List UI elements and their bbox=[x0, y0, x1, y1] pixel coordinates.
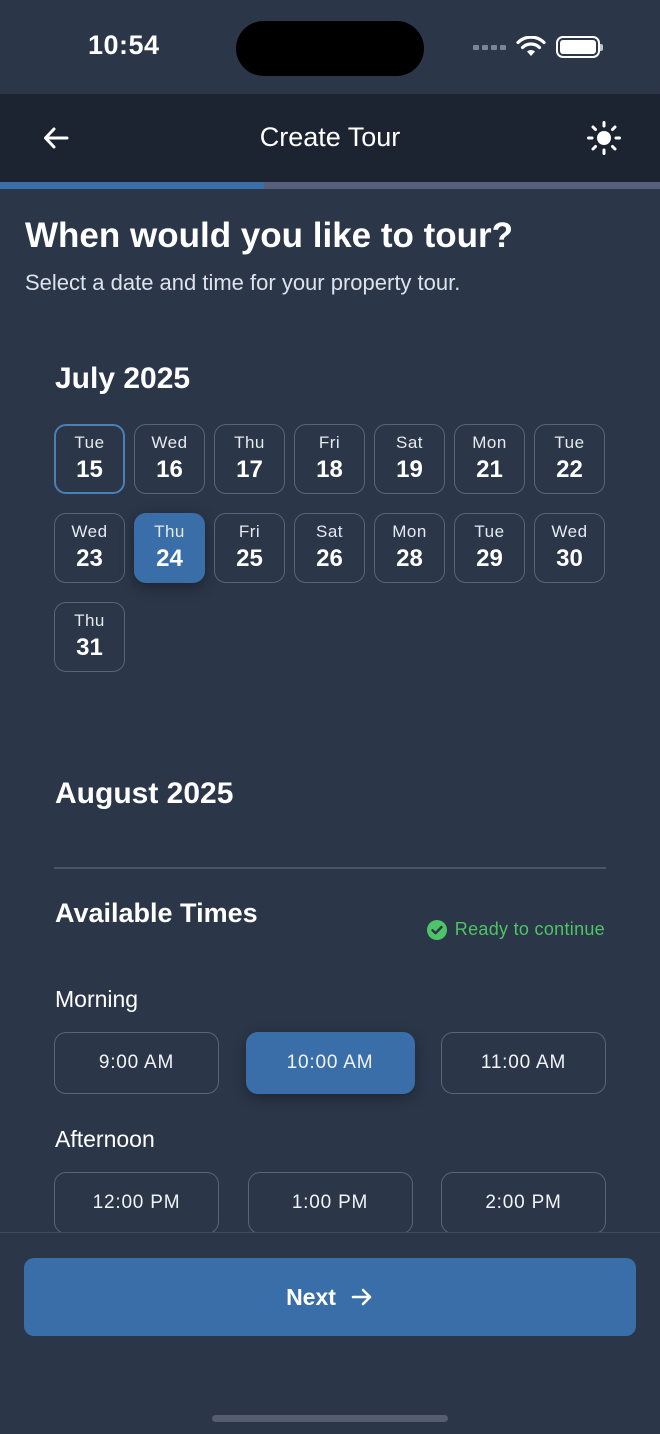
date-number: 23 bbox=[76, 545, 103, 572]
time-slot-button[interactable]: 2:00 PM bbox=[441, 1172, 606, 1234]
date-weekday: Thu bbox=[234, 433, 265, 452]
month-title-july: July 2025 bbox=[55, 362, 191, 395]
date-number: 26 bbox=[316, 545, 343, 572]
date-number: 25 bbox=[236, 545, 263, 572]
date-weekday: Mon bbox=[472, 433, 507, 452]
date-weekday: Tue bbox=[74, 433, 105, 452]
status-time: 10:54 bbox=[88, 30, 160, 60]
date-weekday: Sat bbox=[315, 522, 344, 541]
date-number: 15 bbox=[76, 456, 103, 483]
time-slot-button[interactable]: 12:00 PM bbox=[54, 1172, 219, 1234]
next-button[interactable]: Next bbox=[24, 1258, 636, 1336]
progress-bar bbox=[0, 182, 660, 189]
divider bbox=[54, 867, 606, 869]
date-number: 30 bbox=[556, 545, 583, 572]
date-number: 31 bbox=[76, 634, 103, 661]
date-cell[interactable]: Thu 17 bbox=[214, 424, 285, 494]
month-title-august: August 2025 bbox=[55, 777, 234, 810]
morning-label: Morning bbox=[55, 986, 139, 1012]
ready-status-label: Ready to continue bbox=[454, 919, 605, 939]
time-slot-button[interactable]: 1:00 PM bbox=[247, 1172, 413, 1234]
date-cell[interactable]: Fri 18 bbox=[294, 424, 365, 494]
date-cell[interactable]: Thu 31 bbox=[54, 602, 125, 672]
afternoon-label: Afternoon bbox=[55, 1126, 155, 1152]
date-number: 24 bbox=[156, 545, 183, 572]
date-number: 17 bbox=[236, 456, 263, 483]
date-cell[interactable]: Wed 16 bbox=[134, 424, 205, 494]
afternoon-slots: 12:00 PM 1:00 PM 2:00 PM bbox=[54, 1172, 606, 1234]
date-weekday: Fri bbox=[238, 522, 261, 541]
date-number: 18 bbox=[316, 456, 343, 483]
header-title: Create Tour bbox=[259, 122, 401, 152]
date-number: 16 bbox=[156, 456, 183, 483]
home-indicator bbox=[212, 1415, 448, 1422]
date-cell[interactable]: Wed 23 bbox=[54, 513, 125, 583]
date-cell[interactable]: Fri 25 bbox=[214, 513, 285, 583]
date-weekday: Wed bbox=[71, 522, 108, 541]
date-cell[interactable]: Mon 21 bbox=[454, 424, 525, 494]
check-circle-icon bbox=[426, 919, 447, 940]
footer: Next bbox=[0, 1232, 660, 1434]
sun-icon bbox=[587, 121, 621, 155]
date-weekday: Fri bbox=[318, 433, 341, 452]
page-heading: When would you like to tour? bbox=[25, 216, 514, 255]
theme-toggle-button[interactable] bbox=[582, 116, 626, 160]
progress-fill bbox=[0, 182, 264, 189]
date-weekday: Wed bbox=[151, 433, 188, 452]
date-cell[interactable]: Sat 19 bbox=[374, 424, 445, 494]
morning-slots: 9:00 AM 10:00 AM 11:00 AM bbox=[54, 1032, 606, 1094]
dynamic-island bbox=[236, 21, 424, 76]
page-subheading: Select a date and time for your property… bbox=[25, 270, 461, 295]
date-weekday: Thu bbox=[154, 522, 185, 541]
ready-status: Ready to continue bbox=[426, 919, 605, 940]
date-cell[interactable]: Sat 26 bbox=[294, 513, 365, 583]
app-header: Create Tour bbox=[0, 94, 660, 182]
date-number: 28 bbox=[396, 545, 423, 572]
time-slot-button[interactable]: 11:00 AM bbox=[441, 1032, 606, 1094]
date-grid-july: Tue 15 Wed 16 Thu 17 Fri 18 Sat 19 Mon 21 Tue 22 Wed 23… bbox=[54, 424, 606, 672]
date-cell[interactable]: Tue 29 bbox=[454, 513, 525, 583]
cellular-signal-icon bbox=[473, 44, 506, 50]
date-cell[interactable]: Mon 28 bbox=[374, 513, 445, 583]
date-weekday: Tue bbox=[554, 433, 585, 452]
date-number: 21 bbox=[476, 456, 503, 483]
status-icons bbox=[473, 34, 603, 60]
date-number: 29 bbox=[476, 545, 503, 572]
date-weekday: Sat bbox=[395, 433, 424, 452]
status-bar: 10:54 bbox=[0, 0, 660, 94]
arrow-right-icon bbox=[351, 1288, 372, 1306]
date-weekday: Mon bbox=[392, 522, 427, 541]
date-number: 22 bbox=[556, 456, 583, 483]
wifi-icon bbox=[516, 36, 546, 56]
date-number: 19 bbox=[396, 456, 423, 483]
date-cell[interactable]: Tue 15 bbox=[54, 424, 125, 494]
date-weekday: Tue bbox=[474, 522, 505, 541]
time-slot-button[interactable]: 9:00 AM bbox=[54, 1032, 219, 1094]
date-weekday: Wed bbox=[551, 522, 588, 541]
next-button-label: Next bbox=[286, 1283, 336, 1310]
available-times-title: Available Times bbox=[55, 898, 258, 928]
battery-icon bbox=[556, 36, 603, 58]
date-weekday: Thu bbox=[74, 611, 105, 630]
date-cell[interactable]: Thu 24 bbox=[134, 513, 205, 583]
time-slot-button[interactable]: 10:00 AM bbox=[245, 1032, 415, 1094]
date-cell[interactable]: Tue 22 bbox=[534, 424, 605, 494]
date-cell[interactable]: Wed 30 bbox=[534, 513, 605, 583]
